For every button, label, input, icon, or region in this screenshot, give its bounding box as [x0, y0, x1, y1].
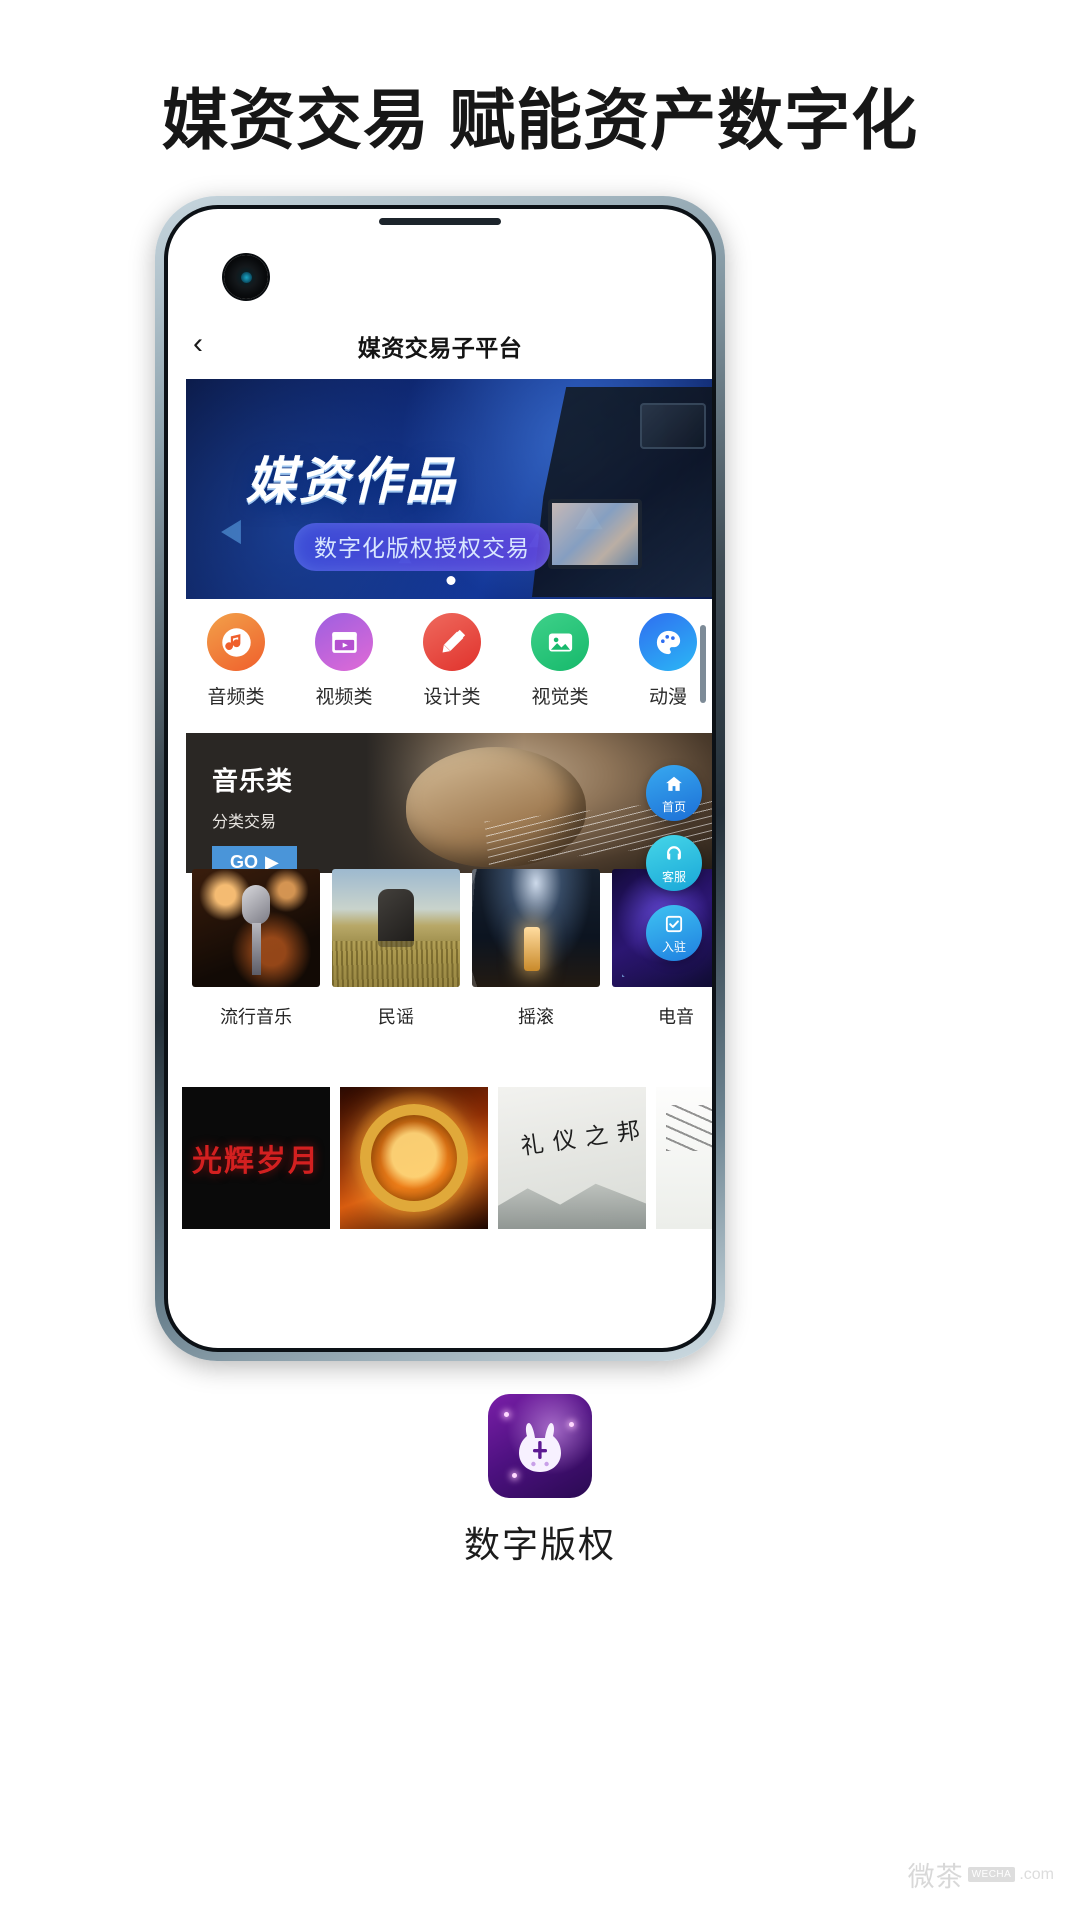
promo-subtitle: 分类交易 — [212, 808, 297, 832]
fab-label: 入驻 — [662, 941, 686, 953]
category-item-design[interactable]: 设计类 — [398, 613, 506, 709]
front-camera — [224, 255, 268, 299]
fab-label: 客服 — [662, 871, 686, 883]
hero-banner[interactable]: 媒资作品 数字化版权授权交易 — [186, 379, 712, 599]
watermark-domain: .com — [1019, 1866, 1054, 1884]
decor-triangle-icon — [221, 520, 241, 544]
banner-subtitle-pill: 数字化版权授权交易 — [294, 523, 550, 571]
thumb-image-folk — [332, 869, 460, 987]
category-label: 动漫 — [614, 682, 712, 709]
subcategory-thumb-row[interactable]: 流行音乐 民谣 摇滚 电音 — [182, 869, 712, 1045]
camera-photo-decor — [532, 387, 712, 597]
music-note-icon — [207, 613, 265, 671]
fab-join-button[interactable]: 入驻 — [646, 905, 702, 961]
watermark-badge: WECHA — [968, 1867, 1016, 1882]
category-row[interactable]: 音频类 视频类 设计类 — [182, 613, 712, 729]
watermark-text: 微茶 — [908, 1855, 964, 1894]
fab-service-button[interactable]: 客服 — [646, 835, 702, 891]
earpiece-speaker — [379, 218, 501, 225]
phone-screen: ‹ 媒资交易子平台 媒资作品 数字化版权授权交易 — [168, 209, 712, 1348]
palette-icon — [639, 613, 697, 671]
category-item-video[interactable]: 视频类 — [290, 613, 398, 709]
page-title: 媒资交易 赋能资产数字化 — [0, 84, 1080, 157]
fab-label: 首页 — [662, 801, 686, 813]
checkbox-icon — [664, 914, 684, 941]
home-icon — [664, 774, 684, 801]
thumb-label: 电音 — [612, 1003, 712, 1029]
headset-icon — [664, 844, 684, 871]
image-icon — [531, 613, 589, 671]
poster-item[interactable] — [182, 1087, 330, 1229]
category-item-audio[interactable]: 音频类 — [182, 613, 290, 709]
promo-title: 音乐类 — [212, 761, 297, 798]
sparkle-decor — [569, 1422, 574, 1427]
poster-item[interactable] — [340, 1087, 488, 1229]
page-root: 媒资交易 赋能资产数字化 ‹ 媒资交易子平台 媒资作品 — [0, 0, 1080, 1920]
watermark: 微茶 WECHA .com — [908, 1855, 1054, 1894]
thumb-item[interactable]: 摇滚 — [472, 869, 600, 1045]
promo-text-block: 音乐类 分类交易 GO ▶ — [212, 761, 297, 873]
navbar-title: 媒资交易子平台 — [228, 329, 652, 363]
category-label: 设计类 — [398, 682, 506, 709]
thumb-label: 民谣 — [332, 1003, 460, 1029]
banner-title: 媒资作品 — [246, 441, 458, 513]
phone-mockup: ‹ 媒资交易子平台 媒资作品 数字化版权授权交易 — [155, 196, 725, 1361]
ruler-pencil-icon — [423, 613, 481, 671]
app-navbar: ‹ 媒资交易子平台 — [168, 317, 712, 375]
category-label: 视频类 — [290, 682, 398, 709]
category-item-anime[interactable]: 动漫 — [614, 613, 712, 709]
thumb-item[interactable]: 民谣 — [332, 869, 460, 1045]
thumb-item[interactable]: 流行音乐 — [192, 869, 320, 1045]
promo-card-music[interactable]: 音乐类 分类交易 GO ▶ — [186, 733, 712, 873]
phone-bezel: ‹ 媒资交易子平台 媒资作品 数字化版权授权交易 — [164, 205, 716, 1352]
thumb-label: 摇滚 — [472, 1003, 600, 1029]
video-play-icon — [315, 613, 373, 671]
carousel-dot[interactable] — [447, 576, 456, 585]
category-label: 音频类 — [182, 682, 290, 709]
fab-home-button[interactable]: 首页 — [646, 765, 702, 821]
thumb-image-rock — [472, 869, 600, 987]
rabbit-logo-icon[interactable] — [488, 1394, 592, 1498]
category-label: 视觉类 — [506, 682, 614, 709]
rabbit-glyph-icon — [512, 1417, 568, 1479]
app-caption: 数字版权 — [0, 1516, 1080, 1568]
thumb-label: 流行音乐 — [192, 1003, 320, 1029]
thumb-image-pop — [192, 869, 320, 987]
poster-row[interactable] — [182, 1087, 712, 1237]
poster-item[interactable] — [656, 1087, 712, 1229]
category-scrollbar[interactable] — [700, 625, 706, 703]
poster-item[interactable] — [498, 1087, 646, 1229]
floating-action-stack: 首页 客服 入驻 — [646, 765, 702, 961]
category-item-visual[interactable]: 视觉类 — [506, 613, 614, 709]
sparkle-decor — [504, 1412, 509, 1417]
chevron-left-icon[interactable]: ‹ — [168, 329, 228, 363]
